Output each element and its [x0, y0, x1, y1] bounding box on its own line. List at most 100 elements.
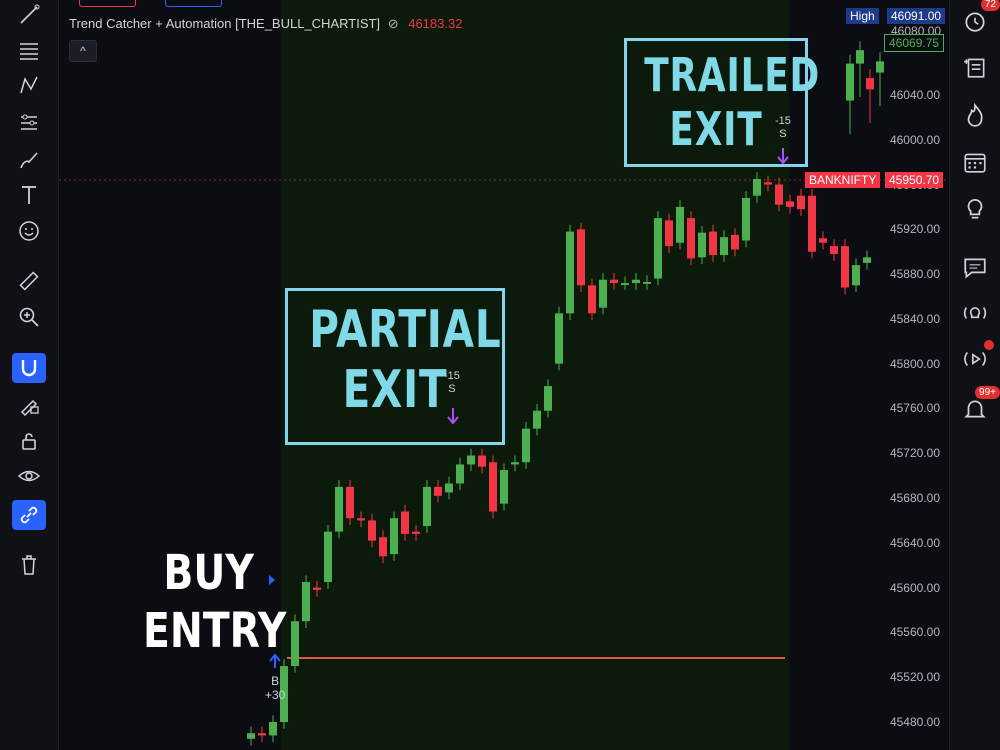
candle-body: [876, 61, 884, 73]
alarm-clock-icon[interactable]: 72: [958, 0, 1000, 38]
candle-body: [841, 246, 849, 288]
collapse-legend-button[interactable]: ^: [69, 40, 97, 62]
sell-button-stub[interactable]: [79, 0, 136, 7]
candle-body: [643, 281, 651, 284]
buy-entry-label: BUY ENTRY: [143, 545, 287, 659]
zoom-in-icon[interactable]: [12, 302, 46, 332]
candle-body: [390, 518, 398, 555]
chart-pane[interactable]: Trend Catcher + Automation [THE_BULL_CHA…: [59, 0, 950, 750]
price-axis-tick: 45880.00: [889, 267, 940, 282]
notifications-icon[interactable]: 99+: [958, 386, 1000, 426]
candle-body: [302, 582, 310, 622]
high-value-tag: 46091.00: [887, 8, 946, 24]
candle-body: [866, 78, 874, 90]
price-axis-tick: 45560.00: [889, 625, 940, 640]
indicator-title[interactable]: Trend Catcher + Automation [THE_BULL_CHA…: [69, 16, 380, 31]
eye-icon[interactable]: [12, 461, 46, 491]
symbol-label-tag: BANKNIFTY: [805, 172, 881, 188]
notifications-badge: 99+: [975, 386, 1000, 399]
lock-drawing-icon[interactable]: [12, 390, 46, 420]
candle-body: [808, 195, 816, 252]
lock-icon[interactable]: [12, 426, 46, 456]
price-axis-tick: 45520.00: [889, 670, 940, 685]
buy-marker-label: B +30: [265, 674, 286, 702]
candle-body: [434, 486, 442, 496]
candle-body: [313, 587, 321, 590]
candle-body: [291, 621, 299, 667]
price-axis-tick: 45680.00: [889, 491, 940, 506]
candle-body: [797, 195, 805, 210]
price-axis-tick: 45720.00: [889, 446, 940, 461]
candle-body: [533, 410, 541, 429]
link-icon[interactable]: [12, 500, 46, 530]
high-label-tag: High: [846, 8, 879, 24]
indicator-value: 46183.32: [408, 16, 463, 31]
trailed-exit-label: TRAILED EXIT: [644, 48, 821, 156]
chat-icon[interactable]: [958, 250, 992, 284]
candle-body: [846, 63, 854, 101]
ruler-icon[interactable]: [12, 266, 46, 296]
candle-body: [511, 462, 519, 465]
candle-body: [852, 265, 860, 286]
indicator-legend: Trend Catcher + Automation [THE_BULL_CHA…: [69, 16, 462, 32]
candle-body: [731, 234, 739, 250]
candle-body: [742, 197, 750, 241]
calendar-icon[interactable]: [958, 145, 992, 179]
last-price-tag: 46069.75: [884, 34, 945, 52]
candle-body: [720, 237, 728, 256]
candle-body: [522, 428, 530, 463]
candle-body: [856, 50, 864, 64]
candle-body: [456, 464, 464, 484]
candle-body: [709, 231, 717, 256]
ideas-lightbulb-icon[interactable]: [958, 192, 992, 226]
candle-body: [478, 455, 486, 467]
line-tool-icon[interactable]: [12, 0, 46, 30]
partial-exit-label: PARTIAL EXIT: [309, 300, 502, 420]
price-axis-tick: 45800.00: [889, 356, 940, 371]
streams-dot: [984, 340, 994, 350]
candle-body: [632, 279, 640, 284]
candle-body: [665, 220, 673, 247]
candle-body: [863, 257, 871, 263]
price-axis-tick: 45480.00: [889, 715, 940, 729]
candle-body: [753, 178, 761, 196]
candle-body: [621, 283, 629, 286]
candle-body: [423, 486, 431, 527]
buy-button-stub[interactable]: [165, 0, 222, 7]
hide-indicator-icon[interactable]: ⊘: [388, 16, 399, 31]
price-axis-tick: 45920.00: [889, 222, 940, 237]
text-icon[interactable]: [12, 180, 46, 210]
candle-body: [467, 455, 475, 465]
price-axis-tick: 45600.00: [889, 580, 940, 595]
left-drawing-toolbar: [0, 0, 59, 750]
candle-body: [555, 313, 563, 364]
price-axis-tick: 45760.00: [889, 401, 940, 416]
trail-marker-label: -15 S: [775, 115, 791, 140]
fib-icon[interactable]: [12, 36, 46, 66]
brush-icon[interactable]: [12, 145, 46, 175]
pattern-icon[interactable]: [12, 70, 46, 100]
candle-body: [445, 483, 453, 493]
candle-body: [786, 201, 794, 207]
candle-body: [654, 218, 662, 279]
candle-body: [346, 486, 354, 519]
candle-body: [335, 486, 343, 532]
streams-icon[interactable]: [958, 340, 994, 376]
right-sidebar: 72 99+: [949, 0, 1000, 750]
watchlist-icon[interactable]: [958, 50, 992, 84]
candle-body: [489, 462, 497, 512]
candle-body: [588, 285, 596, 314]
hotlist-icon[interactable]: [958, 98, 992, 132]
tips-broadcast-icon[interactable]: [958, 296, 992, 330]
price-axis-tick: 46000.00: [889, 132, 940, 147]
prediction-icon[interactable]: [12, 108, 46, 138]
price-axis-tick: 45640.00: [889, 535, 940, 550]
candle-body: [379, 537, 387, 557]
magnet-icon[interactable]: [12, 353, 46, 383]
candle-body: [599, 279, 607, 308]
candle-body: [247, 733, 255, 739]
candle-body: [324, 531, 332, 583]
trash-icon[interactable]: [12, 550, 46, 580]
emoji-icon[interactable]: [12, 216, 46, 246]
partial-marker-label: -15 S: [444, 370, 460, 395]
